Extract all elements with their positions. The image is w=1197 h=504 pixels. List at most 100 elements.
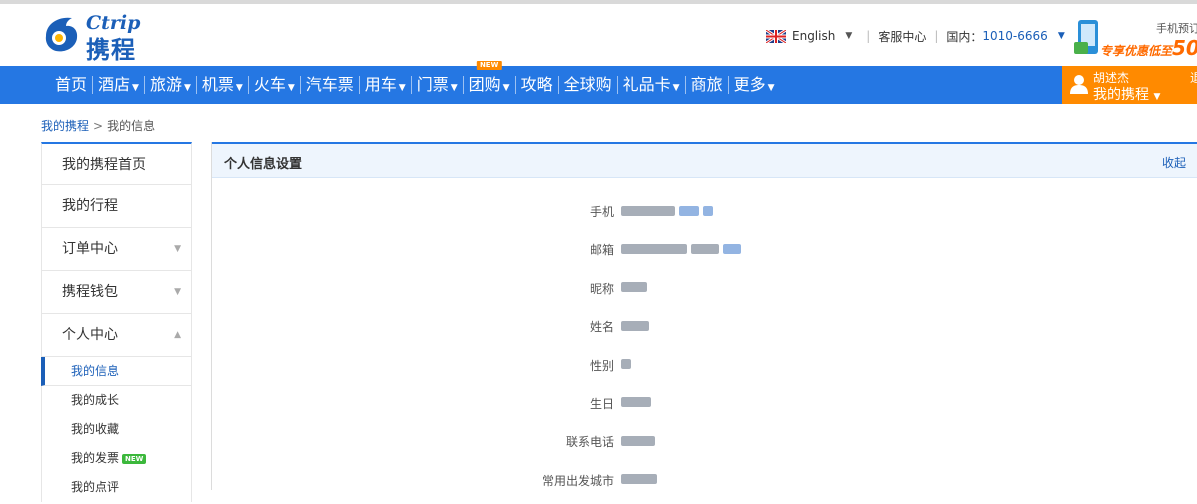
dolphin-logo-icon [45,17,78,52]
nav-item-label: 团购 [468,75,501,94]
user-menu[interactable]: 胡述杰 我的携程 ▼ 退 [1062,66,1197,104]
divider: | [866,29,871,43]
nav-item-label: 汽车票 [305,75,354,94]
nav-item[interactable]: 更多 ▼ [729,66,780,104]
mobile-promo-banner[interactable]: 手机预订 专享优惠低至50 [1072,16,1197,62]
field-value-obscured [621,395,655,409]
promo-discount-text: 专享优惠低至 [1100,44,1173,58]
ctrip-logo[interactable]: Ctrip 携程 [42,10,162,64]
new-badge: NEW [122,453,147,464]
sidebar-subitem[interactable]: 我的发票 NEW [41,444,192,473]
nav-item-label: 商旅 [690,75,723,94]
field-value-obscured [621,318,653,332]
chevron-down-icon: ▼ [132,83,139,93]
my-ctrip-label: 我的携程 [1093,87,1149,103]
nav-item-label: 更多 [733,75,766,94]
sidebar-item[interactable]: 我的携程首页 [41,142,192,185]
chevron-down-icon: ▼ [235,83,243,93]
header-utilities: English ▼ | 客服中心 | 国内： 1010-6666 ▼ [766,26,1065,46]
nav-item[interactable]: 用车 ▼ [360,66,411,104]
field-label: 常用出发城市 [541,473,614,488]
nav-item[interactable]: 攻略 [516,66,558,104]
sidebar-subitem[interactable]: 我的成长 [41,386,192,415]
nav-item[interactable]: 机票 ▼ [197,66,248,104]
sidebar-item[interactable]: 个人中心 ▲ [41,314,192,357]
my-ctrip-dropdown[interactable]: 我的携程 ▼ [1093,84,1160,104]
main-nav: 首页 酒店 ▼ 旅游 ▼ 机票 ▼ 火车 ▼ 汽车票 用车 ▼ 门票 ▼ 团购 ▼ NEW 攻略 全球购 礼品卡 ▼ 商旅… [50,61,780,104]
nav-item[interactable]: 汽车票 [301,66,359,104]
field-label: 昵称 [589,281,614,296]
field-label: 生日 [589,396,614,411]
sidebar-subitem-label: 我的点评 [71,480,120,494]
nav-item[interactable]: 火车 ▼ [249,66,300,104]
chevron-down-icon: ▼ [450,83,458,93]
sidebar-item-label: 携程钱包 [62,284,118,300]
info-field-row: 常用出发城市 [212,466,1197,495]
redacted-block [621,320,649,331]
sidebar-item-label: 订单中心 [62,241,118,257]
sidebar-subitem-label: 我的信息 [71,364,120,378]
chevron-down-icon: ▼ [672,83,680,93]
chevron-down-icon: ▼ [174,244,181,254]
nav-item-label: 门票 [416,75,449,94]
chevron-down-icon: ▼ [398,83,406,93]
redacted-block [723,243,741,254]
logout-link[interactable]: 退 [1190,69,1197,86]
info-fields: 手机 邮箱 昵称 姓名 性别 生日 联系电话 常用出发城市 [212,197,1197,504]
info-field-row: 手机 [212,197,1197,226]
field-label: 邮箱 [589,243,614,258]
redacted-block [621,474,657,485]
field-label: 性别 [589,358,614,373]
sidebar-item[interactable]: 我的行程 [41,185,192,228]
site-header: Ctrip 携程 English ▼ | 客服中心 | 国内： 1010-666… [0,4,1197,64]
redacted-block [621,282,647,293]
language-selector[interactable]: English [792,29,835,43]
chevron-down-icon: ▼ [174,287,181,297]
nav-item[interactable]: 礼品卡 ▼ [618,66,685,104]
nav-item[interactable]: 门票 ▼ [412,66,463,104]
promo-discount-number: 50 [1172,36,1197,60]
sidebar-item[interactable]: 订单中心 ▼ [41,228,192,271]
field-value-obscured [621,472,661,486]
nav-item-label: 火车 [253,75,286,94]
redacted-block [621,243,687,254]
nav-item[interactable]: 旅游 ▼ [145,66,196,104]
personal-info-panel: 个人信息设置 收起 手机 邮箱 昵称 姓名 性别 生日 联系电话 常用出发城市 [211,142,1197,490]
nav-item[interactable]: 首页 [50,66,92,104]
service-center-link[interactable]: 客服中心 [878,28,926,45]
nav-item-label: 旅游 [149,75,182,94]
sidebar-subitem[interactable]: 我的收藏 [41,415,192,444]
chevron-down-icon: ▼ [767,83,775,93]
info-field-row: 姓名 [212,312,1197,341]
sidebar: 我的携程首页 我的行程 订单中心 ▼ 携程钱包 ▼ 个人中心 ▲ 我的信息 我的成长 我的收藏 我的发… [41,142,192,502]
field-value-obscured [621,280,651,294]
nav-item[interactable]: 团购 ▼ NEW [464,61,515,104]
collapse-link[interactable]: 收起 [1162,154,1186,171]
chevron-down-icon: ▼ [183,83,191,93]
nav-item-label: 机票 [201,75,234,94]
sidebar-subitem[interactable]: 我的信息 [41,357,192,386]
uk-flag-icon [766,29,786,43]
chevron-down-icon: ▼ [1153,92,1161,102]
chevron-down-icon[interactable]: ▼ [845,31,852,41]
breadcrumb-separator: > [93,119,104,133]
sidebar-item[interactable]: 携程钱包 ▼ [41,271,192,314]
redacted-block [621,397,651,408]
chevron-down-icon[interactable]: ▼ [1058,31,1065,41]
nav-item[interactable]: 商旅 [686,66,728,104]
info-field-row: 昵称 [212,274,1197,303]
sidebar-item-label: 个人中心 [62,327,118,343]
redacted-block [679,205,699,216]
field-label: 手机 [589,205,614,219]
redacted-block [621,359,631,370]
nav-item-label: 全球购 [563,75,612,94]
info-field-row: 邮箱 [212,235,1197,264]
field-label: 姓名 [589,320,614,335]
info-field-row: 性别 [212,351,1197,380]
panel-header: 个人信息设置 收起 [212,142,1197,178]
nav-item[interactable]: 全球购 [559,66,617,104]
sidebar-subitem[interactable]: 我的点评 [41,473,192,502]
sidebar-subitem-label: 我的发票 [71,451,120,465]
nav-item[interactable]: 酒店 ▼ [93,66,144,104]
breadcrumb-home-link[interactable]: 我的携程 [41,119,89,133]
